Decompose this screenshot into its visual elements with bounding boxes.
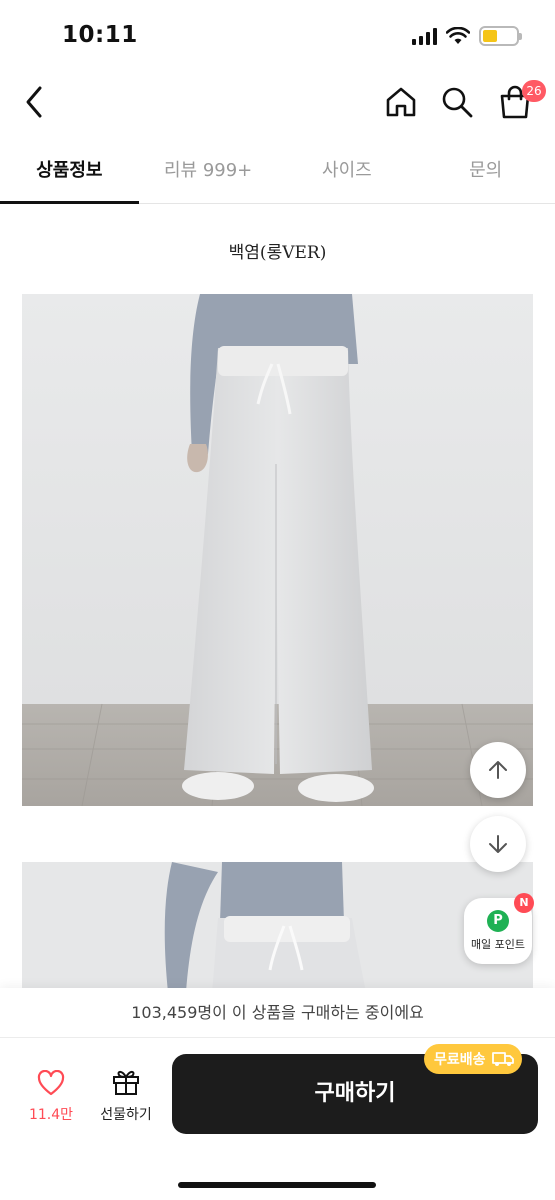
new-badge: N [514, 893, 534, 913]
product-photo [22, 862, 533, 992]
tab-reviews[interactable]: 리뷰 999+ [139, 142, 278, 203]
home-indicator [178, 1182, 376, 1188]
arrow-down-icon [489, 835, 507, 853]
product-caption: 백염(롱VER) [228, 243, 327, 263]
gift-label: 선물하기 [100, 1107, 152, 1123]
cart-count-badge: 26 [522, 80, 546, 102]
scroll-top-button[interactable] [470, 742, 526, 798]
point-label: 매일 포인트 [470, 938, 526, 951]
like-count: 11.4만 [28, 1107, 74, 1123]
tab-product-info[interactable]: 상품정보 [0, 142, 139, 204]
tab-size[interactable]: 사이즈 [278, 142, 417, 203]
cellular-signal-icon [412, 27, 437, 45]
gift-icon [113, 1070, 139, 1095]
free-shipping-badge: 무료배송 [424, 1044, 522, 1074]
scroll-bottom-button[interactable] [470, 816, 526, 872]
bottom-action-bar: 103,459명이 이 상품을 구매하는 중이에요 11.4만 선물하기 구매하… [0, 988, 555, 1200]
product-tabs: 상품정보 리뷰 999+ 사이즈 문의 [0, 142, 555, 204]
battery-icon [479, 26, 522, 46]
point-icon: P [487, 910, 509, 932]
tab-inquiry[interactable]: 문의 [416, 142, 555, 203]
delivery-truck-icon [491, 1052, 514, 1066]
free-shipping-label: 무료배송 [434, 1052, 486, 1068]
search-icon[interactable] [440, 85, 474, 119]
heart-icon [37, 1069, 65, 1096]
status-icons [412, 26, 522, 46]
top-nav-bar [0, 70, 555, 132]
home-icon[interactable] [384, 85, 418, 119]
status-bar: 10:11 [0, 0, 555, 70]
status-time: 10:11 [62, 22, 138, 48]
back-arrow-icon[interactable] [20, 84, 50, 120]
arrow-up-icon [489, 761, 507, 779]
wifi-icon [446, 27, 470, 44]
gift-button[interactable]: 선물하기 [92, 1068, 160, 1132]
like-button[interactable]: 11.4만 [22, 1069, 80, 1132]
purchase-notice: 103,459명이 이 상품을 구매하는 중이에요 [0, 988, 555, 1038]
product-photo [22, 294, 533, 806]
